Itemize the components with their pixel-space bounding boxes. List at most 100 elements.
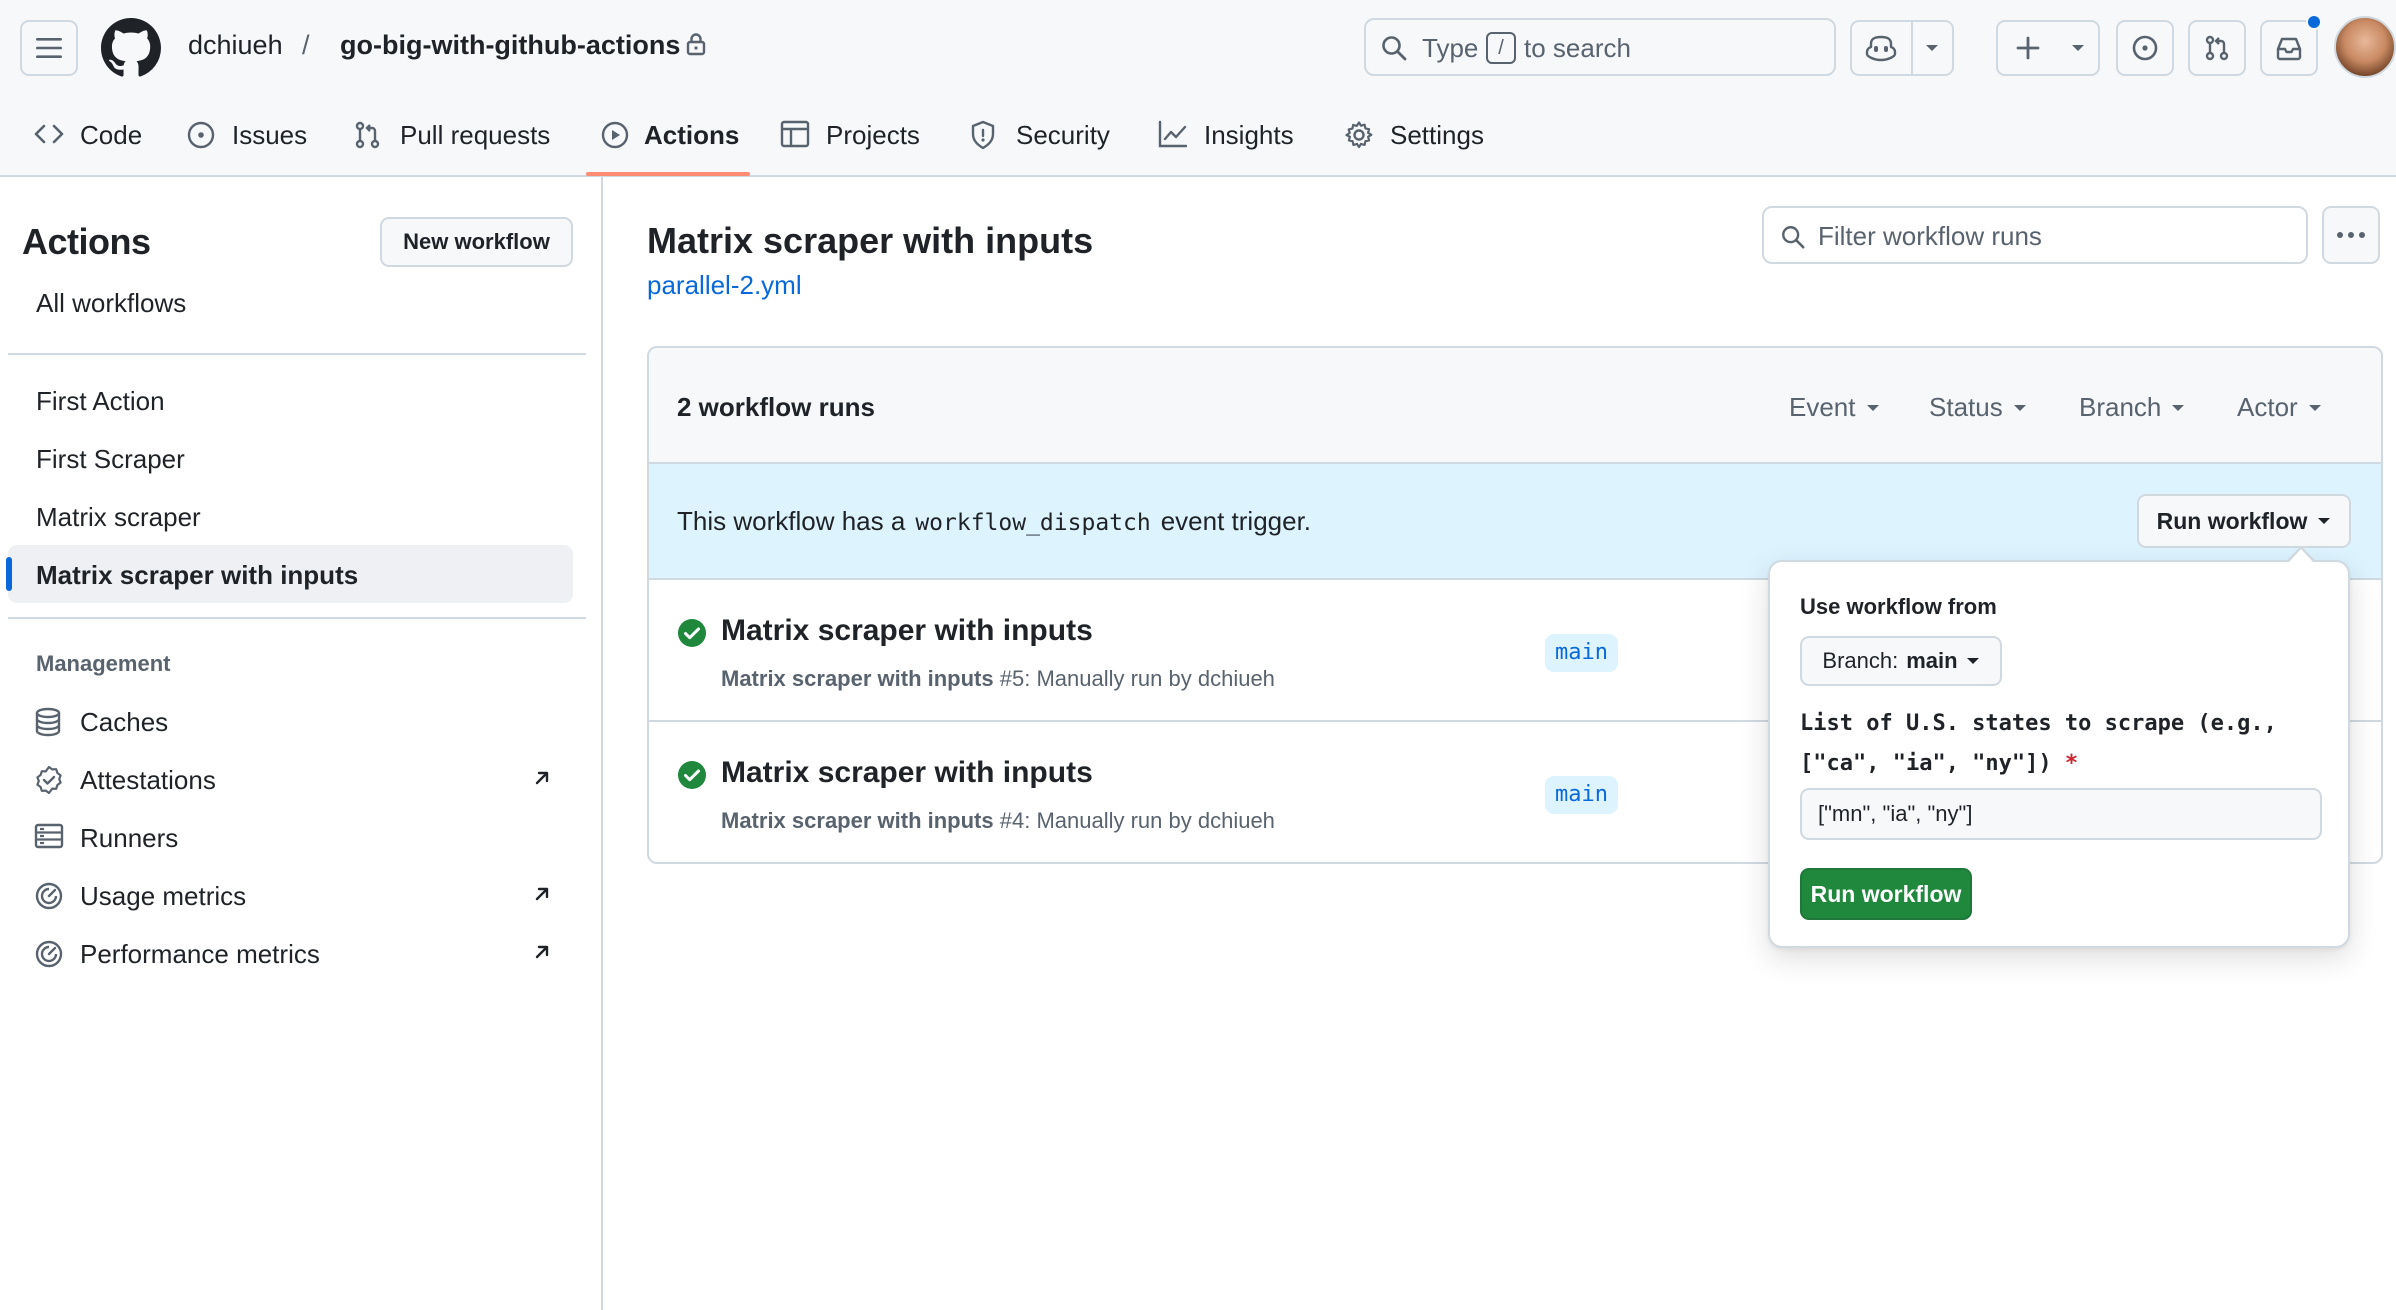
sidebar-item-matrix-scraper-with-inputs[interactable]: Matrix scraper with inputs bbox=[6, 545, 573, 603]
sidebar-item-all-workflows[interactable]: All workflows bbox=[8, 273, 573, 331]
issue-opened-icon bbox=[2132, 35, 2158, 61]
meter-icon bbox=[35, 940, 63, 968]
tab-projects-label: Projects bbox=[826, 120, 920, 150]
copilot-icon bbox=[1866, 35, 1897, 62]
play-icon bbox=[601, 121, 629, 149]
verified-icon bbox=[36, 765, 62, 795]
sidebar-item-label: First Action bbox=[36, 386, 165, 416]
triangle-down-icon bbox=[2072, 45, 2084, 51]
selected-indicator bbox=[6, 557, 12, 591]
copilot-menu-button[interactable] bbox=[1913, 22, 1952, 74]
branch-tag[interactable]: main bbox=[1545, 634, 1618, 672]
run-workflow-submit-button[interactable]: Run workflow bbox=[1800, 868, 1972, 920]
branch-select-label: Branch: bbox=[1822, 648, 1899, 673]
sidebar-item-first-scraper[interactable]: First Scraper bbox=[8, 429, 573, 487]
search-placeholder-prefix: Type bbox=[1422, 33, 1479, 63]
triangle-down-icon bbox=[2172, 404, 2185, 411]
database-icon bbox=[35, 707, 61, 737]
triangle-down-icon bbox=[2308, 404, 2321, 411]
event-filter-dropdown[interactable]: Event bbox=[1789, 392, 1880, 423]
sidebar-item-label: First Scraper bbox=[36, 444, 185, 474]
run-title-link[interactable]: Matrix scraper with inputs bbox=[721, 614, 1093, 648]
sidebar-item-attestations[interactable]: Attestations bbox=[8, 750, 573, 808]
workflow-file-link[interactable]: parallel-2.yml bbox=[647, 270, 802, 301]
create-new-button[interactable] bbox=[1998, 22, 2058, 74]
sidebar-item-label: All workflows bbox=[36, 288, 187, 318]
filter-workflow-runs-input[interactable] bbox=[1818, 218, 2288, 254]
tab-code-label: Code bbox=[80, 120, 143, 150]
your-issues-button[interactable] bbox=[2116, 20, 2174, 76]
dispatch-event-code: workflow_dispatch bbox=[915, 510, 1151, 536]
search-icon bbox=[1782, 226, 1805, 249]
hamburger-icon bbox=[36, 38, 62, 58]
tab-settings[interactable]: Settings bbox=[1344, 108, 1494, 177]
new-workflow-button[interactable]: New workflow bbox=[380, 217, 573, 267]
search-icon bbox=[1382, 36, 1407, 61]
triangle-down-icon bbox=[1866, 404, 1879, 411]
tab-code[interactable]: Code bbox=[34, 108, 144, 177]
sidebar-item-label: Runners bbox=[80, 823, 179, 853]
page-title: Matrix scraper with inputs bbox=[647, 220, 1094, 261]
sidebar-item-matrix-scraper[interactable]: Matrix scraper bbox=[8, 487, 573, 545]
run-title-link[interactable]: Matrix scraper with inputs bbox=[721, 756, 1093, 790]
sidebar-item-first-action[interactable]: First Action bbox=[8, 371, 573, 429]
run-workflow-dropdown-button[interactable]: Run workflow bbox=[2137, 494, 2351, 548]
sidebar-item-caches[interactable]: Caches bbox=[8, 692, 573, 750]
check-circle-fill-icon bbox=[678, 619, 706, 647]
link-external-icon bbox=[535, 771, 549, 785]
tab-security[interactable]: Security bbox=[970, 108, 1120, 177]
link-external-icon bbox=[535, 945, 549, 959]
sidebar-item-performance-metrics[interactable]: Performance metrics bbox=[8, 924, 573, 982]
copilot-button[interactable] bbox=[1852, 22, 1911, 74]
code-icon bbox=[34, 124, 64, 144]
branch-filter-dropdown[interactable]: Branch bbox=[2079, 392, 2185, 423]
triangle-down-icon bbox=[2013, 404, 2026, 411]
runs-count: 2 workflow runs bbox=[677, 392, 875, 422]
states-input[interactable] bbox=[1800, 788, 2322, 840]
run-workflow-dropdown-label: Run workflow bbox=[2156, 507, 2308, 534]
states-input-label: List of U.S. states to scrape (e.g., ["c… bbox=[1800, 704, 2320, 784]
user-avatar[interactable] bbox=[2334, 16, 2396, 78]
open-menu-button[interactable] bbox=[20, 20, 78, 76]
lock-icon bbox=[686, 33, 706, 56]
your-pull-requests-button[interactable] bbox=[2188, 20, 2246, 76]
breadcrumb-separator: / bbox=[302, 30, 310, 60]
status-filter-dropdown[interactable]: Status bbox=[1929, 392, 2027, 423]
check-circle-fill-icon bbox=[678, 761, 706, 789]
branch-tag[interactable]: main bbox=[1545, 776, 1618, 814]
tab-issues[interactable]: Issues bbox=[186, 108, 316, 177]
tab-insights[interactable]: Insights bbox=[1158, 108, 1308, 177]
dispatch-text-suffix: event trigger. bbox=[1160, 506, 1312, 536]
sidebar-item-runners[interactable]: Runners bbox=[8, 808, 573, 866]
tab-security-label: Security bbox=[1016, 120, 1110, 150]
github-logo-icon[interactable] bbox=[101, 18, 161, 78]
link-external-icon bbox=[535, 887, 549, 901]
tab-projects[interactable]: Projects bbox=[780, 108, 930, 177]
sidebar-item-label: Matrix scraper bbox=[36, 502, 201, 532]
table-icon bbox=[780, 120, 810, 148]
global-search-input[interactable]: Type / to search bbox=[1364, 18, 1836, 76]
sidebar-divider bbox=[8, 353, 586, 355]
tab-settings-label: Settings bbox=[1390, 120, 1484, 150]
branch-select-button[interactable]: Branch: main bbox=[1800, 636, 2002, 686]
run-meta: Matrix scraper with inputs #5: Manually … bbox=[721, 666, 1275, 692]
search-placeholder-suffix: to search bbox=[1524, 33, 1631, 63]
breadcrumb-repo-link[interactable]: go-big-with-github-actions bbox=[340, 30, 680, 61]
tab-actions[interactable]: Actions bbox=[600, 108, 750, 177]
sidebar-item-usage-metrics[interactable]: Usage metrics bbox=[8, 866, 573, 924]
run-workflow-name: Matrix scraper with inputs bbox=[721, 666, 994, 691]
repo-nav-tabs: Code Issues Pull requests Actions Projec… bbox=[0, 108, 2396, 177]
create-new-menu-button[interactable] bbox=[2058, 22, 2098, 74]
tab-pull-requests[interactable]: Pull requests bbox=[354, 108, 564, 177]
run-workflow-popover: Use workflow from Branch: main List of U… bbox=[1768, 560, 2350, 948]
git-pull-request-icon bbox=[355, 121, 380, 149]
status-filter-label: Status bbox=[1929, 392, 2003, 422]
actor-filter-dropdown[interactable]: Actor bbox=[2237, 392, 2322, 423]
sidebar-item-label: Performance metrics bbox=[80, 939, 320, 969]
meter-icon bbox=[35, 882, 63, 910]
kebab-horizontal-icon bbox=[2337, 232, 2365, 238]
breadcrumb-owner-link[interactable]: dchiueh bbox=[188, 30, 283, 61]
workflow-menu-button[interactable] bbox=[2322, 206, 2380, 264]
search-shortcut-key: / bbox=[1486, 32, 1516, 64]
triangle-down-icon bbox=[1966, 658, 1979, 664]
